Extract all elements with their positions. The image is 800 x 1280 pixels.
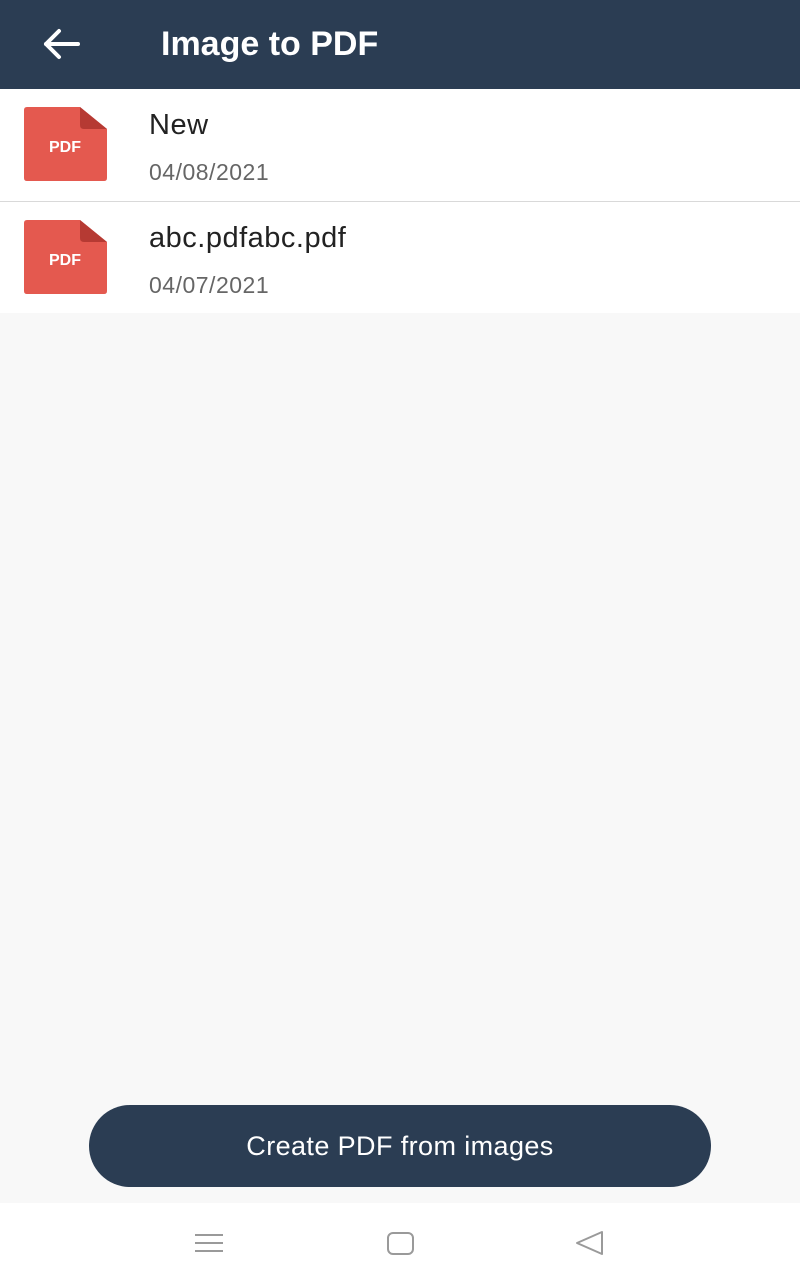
file-date: 04/07/2021	[149, 272, 270, 298]
app-screen: Image to PDF PDF New 04/08/2021 PDF abc.…	[0, 0, 800, 1280]
file-list-item[interactable]: PDF New 04/08/2021	[0, 89, 800, 201]
create-pdf-button-label: Create PDF from images	[246, 1130, 554, 1161]
arrow-left-icon	[44, 29, 80, 59]
pdf-icon-label: PDF	[49, 252, 81, 269]
home-icon	[387, 1232, 414, 1255]
recent-apps-button[interactable]	[189, 1224, 229, 1264]
pdf-icon-label: PDF	[49, 139, 81, 156]
file-name: New	[149, 109, 209, 141]
pdf-file-icon: PDF	[24, 220, 107, 294]
create-pdf-button[interactable]: Create PDF from images	[89, 1105, 711, 1187]
home-button[interactable]	[380, 1224, 420, 1264]
back-button[interactable]	[36, 22, 88, 66]
menu-icon	[195, 1234, 223, 1252]
page-title: Image to PDF	[161, 25, 379, 63]
system-nav-bar	[0, 1203, 800, 1280]
file-date: 04/08/2021	[149, 159, 270, 185]
file-list-item[interactable]: PDF abc.pdfabc.pdf 04/07/2021	[0, 201, 800, 313]
app-bar: Image to PDF	[0, 0, 800, 89]
back-triangle-icon	[576, 1231, 603, 1255]
file-list: PDF New 04/08/2021 PDF abc.pdfabc.pdf 04…	[0, 89, 800, 313]
system-back-button[interactable]	[570, 1224, 610, 1264]
file-name: abc.pdfabc.pdf	[149, 222, 347, 254]
pdf-file-icon: PDF	[24, 107, 107, 181]
